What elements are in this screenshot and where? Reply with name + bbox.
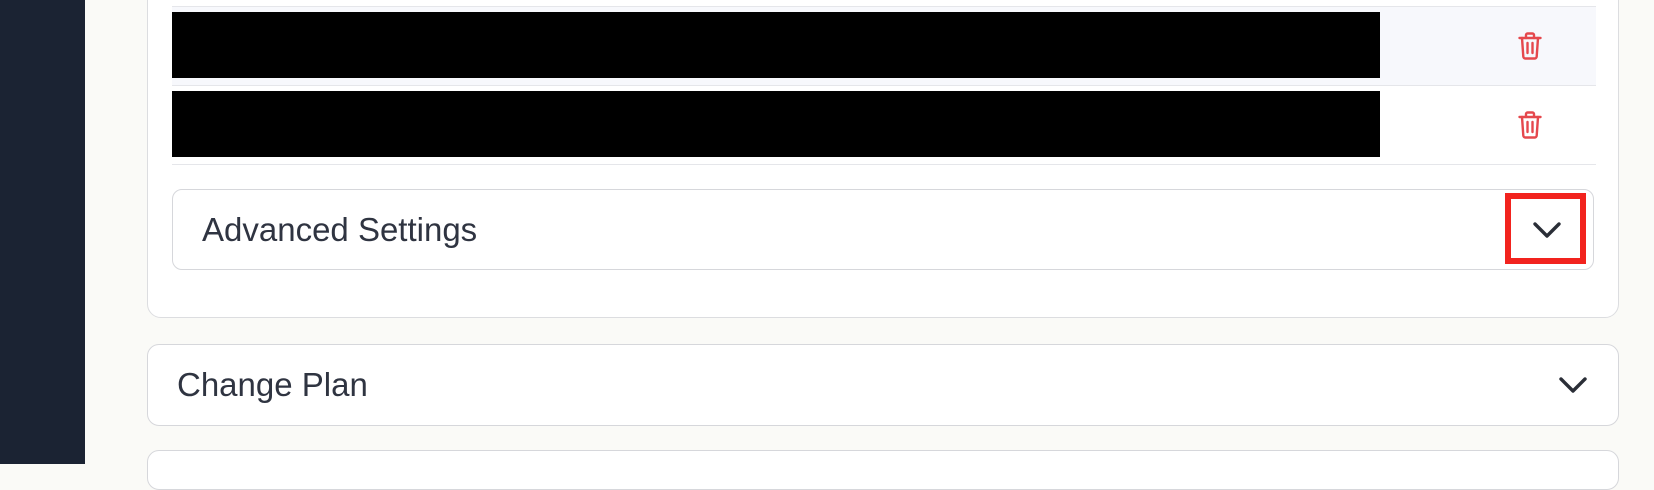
redacted-entry <box>172 12 1380 78</box>
chevron-down-icon <box>1532 221 1561 238</box>
users-list <box>172 6 1596 165</box>
change-plan-accordion[interactable]: Change Plan <box>147 344 1619 426</box>
change-plan-title: Change Plan <box>177 366 368 403</box>
advanced-settings-title: Advanced Settings <box>202 210 478 248</box>
advanced-settings-accordion[interactable]: Advanced Settings <box>172 189 1594 270</box>
redacted-entry <box>172 91 1380 157</box>
content-margin <box>85 0 123 464</box>
list-item <box>172 6 1596 85</box>
change-plan-toggle[interactable] <box>1558 345 1588 425</box>
chevron-down-icon <box>1559 377 1587 393</box>
list-item <box>172 85 1596 165</box>
trash-icon[interactable] <box>1517 110 1543 140</box>
trash-icon[interactable] <box>1517 31 1543 61</box>
advanced-settings-toggle[interactable] <box>1500 189 1593 270</box>
next-accordion[interactable] <box>147 450 1619 490</box>
app-sidebar <box>0 0 85 464</box>
